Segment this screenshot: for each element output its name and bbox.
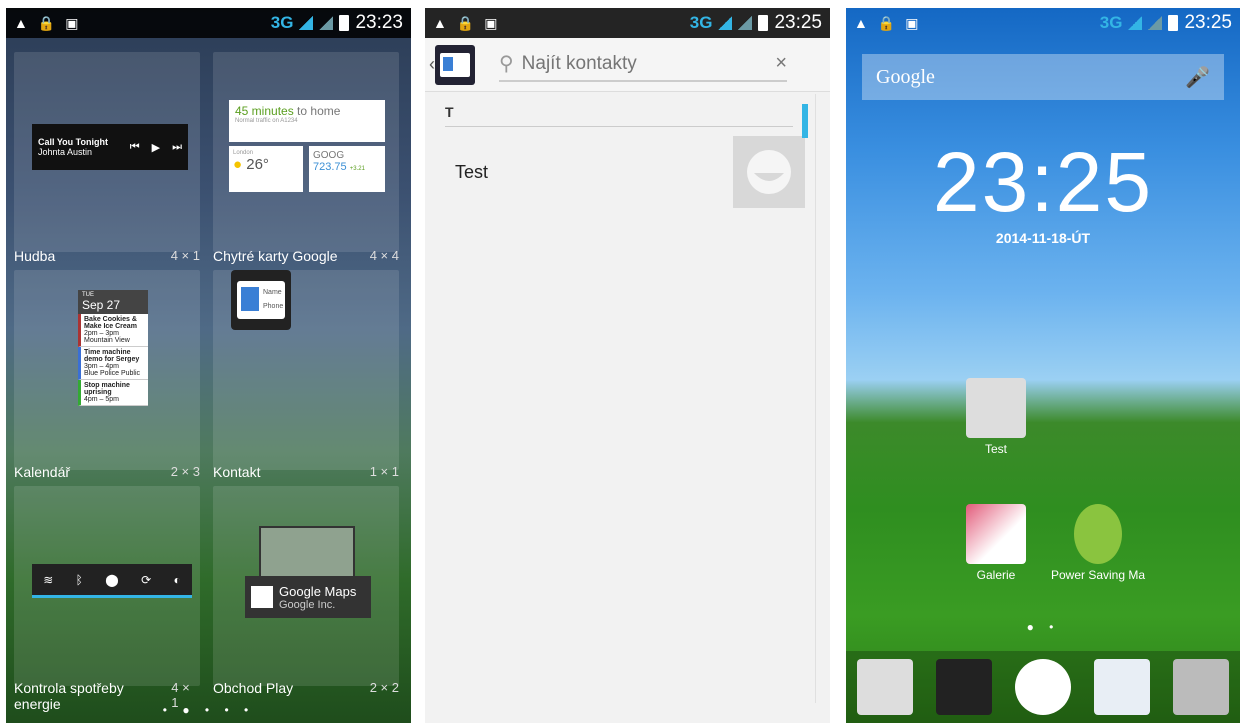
brightness-icon: ◐ bbox=[173, 572, 181, 587]
signal-2-icon bbox=[319, 16, 334, 30]
network-type: 3G bbox=[689, 13, 713, 32]
maps-screenshot bbox=[259, 526, 355, 580]
home-screen: ▲ 🔒 ▣ 3G 23:25 Google 🎤 23:25 2014-11-18-Ú… bbox=[846, 8, 1240, 723]
contact-name: Test bbox=[455, 161, 489, 182]
wifi-icon: ≋ bbox=[43, 572, 54, 587]
weather-card: London ● 26° bbox=[229, 146, 303, 192]
lock-icon: 🔒 bbox=[456, 14, 475, 31]
widget-music[interactable]: Call You Tonight Johnta Austin ⏮ ▶ ⏭ bbox=[14, 52, 200, 252]
dock bbox=[846, 651, 1240, 723]
widget-contact[interactable]: Name Phone bbox=[213, 270, 399, 470]
search-field: ⚲ × bbox=[499, 48, 787, 82]
mic-icon[interactable]: 🎤 bbox=[1185, 65, 1210, 90]
signal-icon bbox=[299, 16, 314, 30]
previous-icon: ⏮ bbox=[129, 140, 140, 153]
contact-app-icon: Name Phone bbox=[231, 270, 291, 330]
image-icon: ▣ bbox=[905, 14, 919, 31]
page-indicator: ● • bbox=[1026, 620, 1060, 634]
stock-card: GOOG 723.75 +3.21 bbox=[309, 146, 385, 192]
next-icon: ⏭ bbox=[172, 140, 182, 153]
warning-icon: ▲ bbox=[14, 14, 28, 31]
play-store-icon bbox=[251, 586, 273, 608]
home-date: 2014-11-18-ÚT bbox=[995, 230, 1091, 246]
widget-label-music: Hudba 4 × 1 bbox=[14, 248, 200, 264]
lock-icon: 🔒 bbox=[37, 14, 56, 31]
widget-picker-screen: ▲ 🔒 ▣ 3G 23:23 Call You Tonight Johnta Aust… bbox=[6, 8, 411, 723]
warning-icon: ▲ bbox=[433, 14, 447, 31]
shortcut-power-saving[interactable]: Power Saving Ma bbox=[1046, 504, 1150, 582]
signal-2-icon bbox=[1148, 16, 1163, 30]
widget-label-google-now: Chytré karty Google 4 × 4 bbox=[213, 248, 399, 264]
contacts-app-icon[interactable] bbox=[435, 44, 475, 85]
status-bar: ▲ 🔒 ▣ 3G 23:23 bbox=[6, 8, 411, 38]
widget-power-control[interactable]: ≋ ᛒ ⬤ ⟳ ◐ bbox=[14, 486, 200, 686]
bluetooth-icon: ᛒ bbox=[75, 572, 83, 587]
signal-icon bbox=[1128, 16, 1143, 30]
contact-shortcut-icon bbox=[966, 378, 1026, 438]
commute-card: 45 minutes to home Normal traffic on A12… bbox=[229, 100, 385, 142]
battery-icon bbox=[339, 15, 350, 31]
clock: 23:25 bbox=[774, 12, 822, 33]
location-icon: ⬤ bbox=[105, 572, 119, 587]
page-indicator: • ● • • • bbox=[162, 703, 255, 717]
song-artist: Johnta Austin bbox=[38, 147, 93, 157]
signal-icon bbox=[718, 16, 733, 30]
dialer-icon[interactable] bbox=[857, 659, 914, 715]
scroll-track bbox=[815, 94, 816, 703]
google-search-bar[interactable]: Google 🎤 bbox=[862, 54, 1224, 100]
power-control-preview: ≋ ᛒ ⬤ ⟳ ◐ bbox=[32, 564, 192, 598]
widget-google-now[interactable]: 45 minutes to home Normal traffic on A12… bbox=[213, 52, 399, 252]
play-icon: ▶ bbox=[151, 141, 161, 154]
gallery-icon bbox=[966, 504, 1026, 564]
image-icon: ▣ bbox=[484, 14, 498, 31]
clock: 23:25 bbox=[1184, 12, 1232, 33]
app-drawer-icon[interactable] bbox=[1172, 659, 1229, 715]
battery-icon bbox=[1168, 15, 1179, 31]
contacts-screen: ▲ 🔒 ▣ 3G 23:25 ‹ ⚲ × T Test bbox=[425, 8, 830, 723]
search-icon: ⚲ bbox=[499, 53, 514, 75]
google-logo: Google bbox=[876, 65, 935, 88]
maps-app-card: Google Maps Google Inc. bbox=[245, 576, 371, 618]
signal-2-icon bbox=[738, 16, 753, 30]
status-bar: ▲ 🔒 ▣ 3G 23:25 bbox=[425, 8, 830, 38]
network-type: 3G bbox=[270, 13, 294, 32]
search-bar: ‹ ⚲ × bbox=[425, 38, 830, 92]
widget-calendar[interactable]: TUE Sep 27 Bake Cookies & Make Ice Cream 2… bbox=[14, 270, 200, 470]
sun-icon: ● bbox=[233, 156, 243, 173]
image-icon: ▣ bbox=[65, 14, 79, 31]
contact-avatar bbox=[733, 136, 805, 208]
network-type: 3G bbox=[1099, 13, 1123, 32]
clear-icon[interactable]: × bbox=[775, 52, 787, 75]
contacts-icon[interactable] bbox=[936, 659, 993, 715]
messaging-icon[interactable] bbox=[1014, 659, 1071, 715]
android-icon bbox=[1074, 504, 1122, 564]
song-title: Call You Tonight bbox=[38, 137, 108, 147]
shortcut-test[interactable]: Test bbox=[956, 378, 1036, 456]
calendar-widget-preview: TUE Sep 27 Bake Cookies & Make Ice Cream 2… bbox=[78, 290, 148, 406]
scroll-thumb[interactable] bbox=[802, 104, 808, 138]
lock-icon: 🔒 bbox=[877, 14, 896, 31]
widget-label-contact: Kontakt 1 × 1 bbox=[213, 464, 399, 480]
battery-icon bbox=[758, 15, 769, 31]
section-header: T bbox=[445, 104, 793, 127]
music-widget-preview: Call You Tonight Johnta Austin ⏮ ▶ ⏭ bbox=[32, 124, 188, 170]
shortcut-galerie[interactable]: Galerie bbox=[956, 504, 1036, 582]
home-clock: 23:25 bbox=[932, 135, 1154, 229]
widget-label-calendar: Kalendář 2 × 3 bbox=[14, 464, 200, 480]
status-bar: ▲ 🔒 ▣ 3G 23:25 bbox=[846, 8, 1240, 38]
contact-list-item[interactable]: Test bbox=[425, 136, 805, 208]
warning-icon: ▲ bbox=[854, 14, 868, 31]
search-input[interactable] bbox=[521, 52, 762, 75]
widget-play-store[interactable]: Google Maps Google Inc. bbox=[213, 486, 399, 686]
browser-icon[interactable] bbox=[1093, 659, 1150, 715]
clock: 23:23 bbox=[355, 12, 403, 33]
sync-icon: ⟳ bbox=[141, 572, 152, 587]
widget-label-play-store: Obchod Play 2 × 2 bbox=[213, 680, 399, 696]
